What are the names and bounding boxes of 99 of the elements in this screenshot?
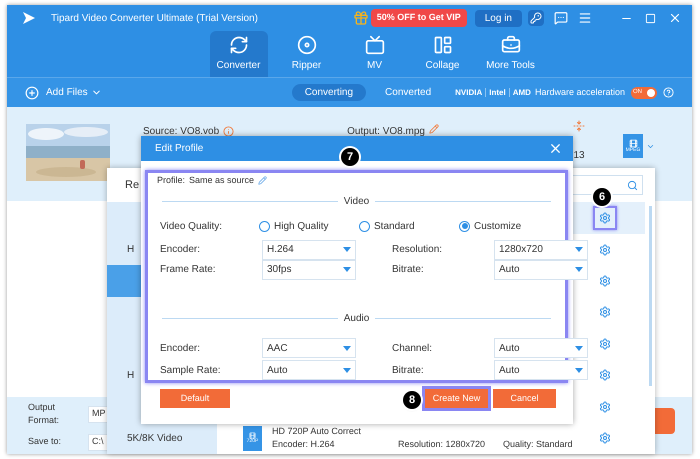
dropdown-field[interactable]: Auto	[494, 338, 588, 358]
hardware-label: Hardware acceleration	[534, 86, 625, 99]
radio-button[interactable]	[459, 220, 470, 232]
layout-icon	[432, 35, 452, 55]
window-title: Tipard Video Converter Ultimate (Trial Version)	[51, 12, 258, 26]
add-icon[interactable]	[25, 86, 39, 100]
close-icon[interactable]	[668, 11, 682, 25]
caret-icon	[343, 267, 351, 272]
output-format-label: Output Format:	[28, 400, 60, 427]
preset-quality: Quality: Standard	[503, 438, 573, 452]
status-tab[interactable]: Converted	[372, 84, 444, 101]
field-label: Bitrate:	[392, 364, 425, 378]
source-label: Source: VO8.vob	[143, 125, 220, 139]
save-to-field[interactable]: C:\	[88, 434, 107, 450]
dropdown-field[interactable]: AAC	[262, 338, 356, 358]
caret-icon	[575, 267, 583, 272]
category-label: H	[127, 368, 134, 383]
radio-label: High Quality	[274, 220, 328, 234]
search-icon[interactable]	[627, 180, 638, 191]
profile-label: Profile:	[157, 174, 186, 187]
gear-icon	[599, 275, 611, 288]
gear-icon	[599, 338, 611, 350]
dropdown-field[interactable]: 30fps	[262, 260, 356, 280]
preset-name: HD 720P Auto Correct	[272, 424, 362, 438]
nav-tab[interactable]: MV	[346, 31, 404, 77]
disc-icon	[296, 35, 316, 55]
gear-icon	[599, 244, 611, 256]
radio-button[interactable]	[259, 220, 270, 232]
gear-icon	[599, 432, 611, 444]
dropdown-field[interactable]: Auto	[494, 260, 588, 280]
compress-icon[interactable]	[573, 120, 585, 132]
nav-tab[interactable]: More Tools	[482, 31, 540, 77]
maximize-icon[interactable]	[645, 12, 656, 24]
field-label: Encoder:	[160, 243, 202, 257]
gear-icon	[599, 212, 611, 224]
caret-icon	[575, 368, 583, 372]
pencil-icon[interactable]	[428, 124, 439, 134]
field-label: Sample Rate:	[160, 364, 222, 378]
partial-text: 13	[573, 149, 585, 163]
field-label: Encoder:	[160, 342, 202, 356]
toolbox-icon	[500, 35, 520, 55]
output-format-field[interactable]: MP	[88, 406, 107, 422]
vendor-label: Intel	[489, 86, 506, 98]
radio-button[interactable]	[359, 220, 370, 232]
feedback-icon[interactable]	[554, 11, 568, 25]
dropdown-field[interactable]: Auto	[262, 360, 356, 380]
login-button[interactable]: Log in	[474, 10, 522, 26]
vendor-label: AMD	[512, 86, 531, 98]
category-label: 5K/8K Video	[127, 432, 182, 446]
radio-label: Standard	[374, 220, 415, 234]
promo-badge[interactable]: 50% OFF to Get VIP	[370, 9, 467, 27]
category-label: H	[127, 243, 134, 258]
key-button[interactable]	[528, 10, 544, 26]
callout-badge: 8	[403, 391, 421, 409]
dropdown-field[interactable]: Auto	[494, 360, 588, 380]
field-label: Channel:	[392, 342, 434, 356]
dialog-button[interactable]: Create New	[425, 389, 488, 408]
profile-value: Same as source	[189, 174, 254, 187]
preset-resolution: Resolution: 1280x720	[398, 438, 486, 452]
caret-icon	[343, 368, 351, 372]
section-title: Video	[344, 194, 370, 208]
output-label: Output: VO8.mpg	[347, 125, 425, 139]
dropdown-field[interactable]: 1280x720	[494, 240, 588, 260]
dialog-title: Edit Profile	[155, 142, 204, 156]
logo-icon	[21, 10, 37, 26]
pencil-icon[interactable]	[258, 176, 268, 186]
info-icon[interactable]	[223, 126, 234, 137]
caret-icon	[343, 247, 351, 252]
vendor-label: NVIDIA	[455, 86, 482, 98]
dialog-button[interactable]: Cancel	[493, 389, 556, 408]
caret-icon	[343, 346, 351, 350]
nav-tab[interactable]: Converter	[210, 31, 268, 77]
tv-icon	[364, 35, 384, 55]
close-icon[interactable]	[548, 141, 563, 156]
nav-tab[interactable]: Ripper	[278, 31, 336, 77]
status-tab[interactable]: Converting	[292, 84, 366, 101]
radio-label: Customize	[474, 220, 522, 234]
menu-icon[interactable]	[578, 11, 592, 25]
callout-badge: 6	[593, 188, 611, 206]
dialog-button[interactable]: Default	[160, 389, 230, 408]
gear-icon	[599, 306, 611, 318]
preset-encoder: Encoder: H.264	[272, 438, 336, 452]
field-label: Bitrate:	[392, 263, 425, 277]
field-label: Frame Rate:	[160, 263, 217, 277]
nav-tab[interactable]: Collage	[414, 31, 472, 77]
field-label: Resolution:	[392, 243, 444, 257]
add-files-button[interactable]: Add Files	[46, 85, 88, 100]
gear-icon	[599, 369, 611, 382]
caret-icon	[575, 247, 583, 252]
section-title: Audio	[344, 312, 370, 326]
caret-icon	[575, 346, 583, 350]
gear-icon	[599, 400, 611, 413]
save-to-label: Save to:	[28, 435, 62, 448]
dropdown-field[interactable]: H.264	[262, 240, 356, 260]
field-label: Video Quality:	[160, 220, 224, 234]
category-item[interactable]: 5K/8K Video	[107, 422, 217, 454]
help-icon[interactable]	[663, 87, 674, 98]
gift-icon	[352, 10, 369, 26]
callout-badge: 7	[341, 148, 359, 166]
